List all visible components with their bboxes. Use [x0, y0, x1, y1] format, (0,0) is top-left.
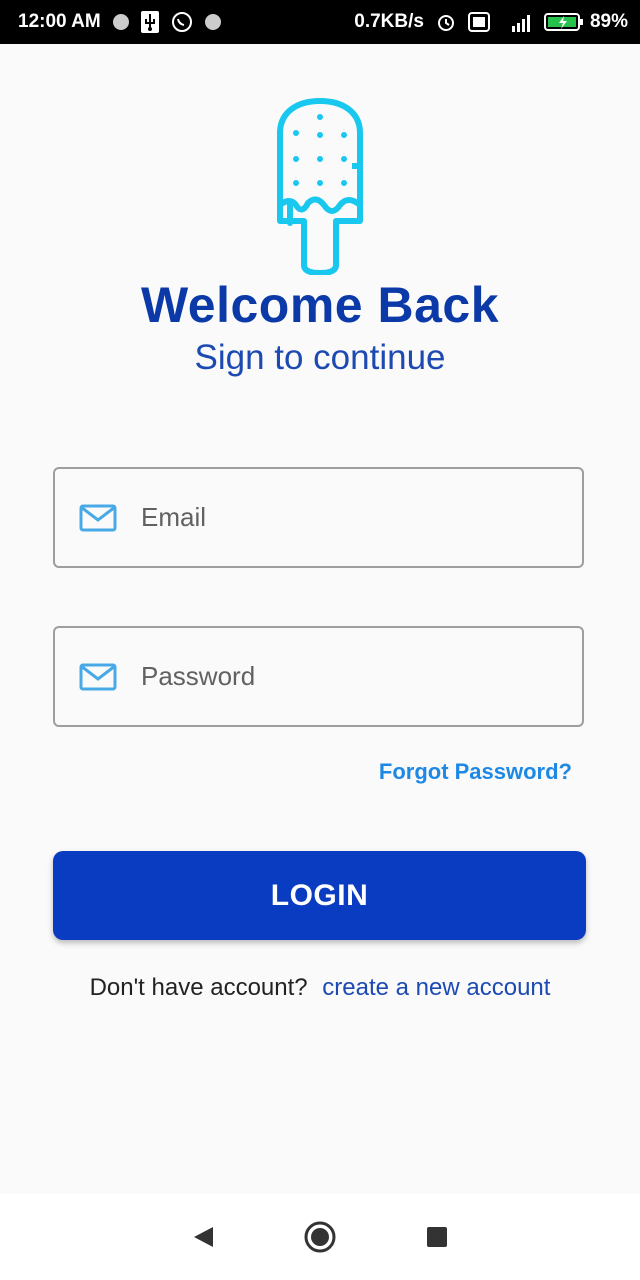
- home-circle-icon[interactable]: [303, 1220, 337, 1254]
- mail-icon: [79, 663, 117, 691]
- alarm-icon: [436, 12, 456, 32]
- signup-row: Don't have account? create a new account: [0, 974, 640, 1002]
- status-right: 0.7KB/s 89%: [354, 11, 628, 33]
- notification-dot-icon: [112, 14, 129, 30]
- back-triangle-icon[interactable]: [191, 1225, 215, 1249]
- battery-percent: 89%: [589, 11, 628, 32]
- status-time: 12:00 AM: [18, 11, 101, 32]
- status-left: 12:00 AM: [18, 11, 221, 33]
- network-speed: 0.7KB/s: [354, 11, 424, 32]
- forgot-password-link[interactable]: Forgot Password?: [379, 759, 572, 785]
- popsicle-icon: [276, 97, 364, 276]
- battery-charging-icon: [543, 12, 584, 32]
- no-account-text: Don't have account?: [89, 974, 308, 1001]
- status-bar: 12:00 AM 0.7KB/s 89%: [0, 0, 640, 44]
- login-button[interactable]: LOGIN: [53, 851, 586, 940]
- email-placeholder: Email: [141, 502, 207, 532]
- create-account-link[interactable]: create a new account: [322, 974, 550, 1001]
- password-placeholder: Password: [141, 661, 256, 691]
- notification-dot-icon: [204, 14, 221, 30]
- email-field[interactable]: Email: [53, 467, 584, 568]
- mail-icon: [79, 504, 117, 532]
- volte-icon: [467, 12, 490, 32]
- system-nav-bar: [0, 1194, 640, 1280]
- password-field[interactable]: Password: [53, 626, 584, 727]
- page-subtitle: Sign to continue: [194, 338, 446, 377]
- signal-icon: [502, 12, 532, 32]
- recents-square-icon[interactable]: [425, 1225, 449, 1249]
- battery-indicator: 89%: [543, 11, 628, 33]
- whatsapp-icon: [171, 11, 193, 33]
- usb-icon: [140, 11, 159, 33]
- page-title: Welcome Back: [140, 277, 500, 333]
